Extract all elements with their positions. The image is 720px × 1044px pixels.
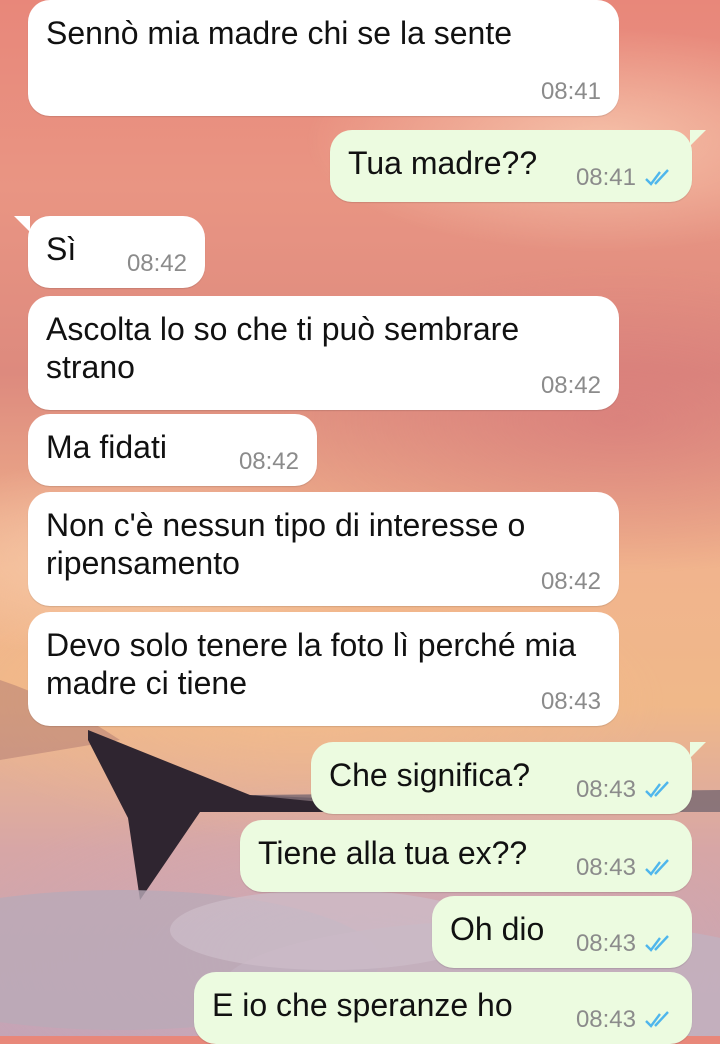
bubble-tail	[690, 130, 706, 146]
read-ticks-icon	[645, 169, 669, 186]
message-incoming[interactable]: Devo solo tenere la foto lì perché mia m…	[28, 612, 619, 726]
message-time: 08:43	[575, 1006, 636, 1033]
read-ticks-icon	[645, 935, 669, 952]
read-ticks-icon	[645, 1011, 669, 1028]
message-incoming[interactable]: Non c'è nessun tipo di interesse o ripen…	[28, 492, 619, 606]
message-incoming[interactable]: Sennò mia madre chi se la sente 08:41	[28, 0, 619, 116]
message-text: Devo solo tenere la foto lì perché mia m…	[46, 627, 585, 701]
message-time: 08:43	[575, 854, 636, 881]
message-time: 08:41	[540, 78, 601, 105]
message-outgoing[interactable]: Che significa? 08:43	[311, 742, 692, 814]
message-time: 08:42	[238, 448, 299, 475]
message-outgoing[interactable]: Tua madre?? 08:41	[330, 130, 692, 202]
message-text: Sennò mia madre chi se la sente	[46, 15, 513, 51]
message-time: 08:42	[540, 372, 601, 399]
read-ticks-icon	[645, 781, 669, 798]
message-outgoing[interactable]: E io che speranze ho 08:43	[194, 972, 692, 1044]
message-time: 08:43	[575, 776, 636, 803]
message-text: Non c'è nessun tipo di interesse o ripen…	[46, 507, 535, 581]
message-time: 08:41	[575, 164, 636, 191]
message-time: 08:43	[540, 688, 601, 715]
message-outgoing[interactable]: Tiene alla tua ex?? 08:43	[240, 820, 692, 892]
message-time: 08:42	[126, 250, 187, 277]
message-time: 08:42	[540, 568, 601, 595]
bubble-tail	[14, 216, 30, 232]
bubble-tail	[690, 742, 706, 758]
message-incoming[interactable]: Sì 08:42	[28, 216, 205, 288]
message-time: 08:43	[575, 930, 636, 957]
message-incoming[interactable]: Ma fidati 08:42	[28, 414, 317, 486]
message-outgoing[interactable]: Oh dio 08:43	[432, 896, 692, 968]
message-incoming[interactable]: Ascolta lo so che ti può sembrare strano…	[28, 296, 619, 410]
read-ticks-icon	[645, 859, 669, 876]
message-text: Ascolta lo so che ti può sembrare strano	[46, 311, 529, 385]
chat-message-list[interactable]: Sennò mia madre chi se la sente 08:41 Tu…	[0, 0, 720, 1044]
